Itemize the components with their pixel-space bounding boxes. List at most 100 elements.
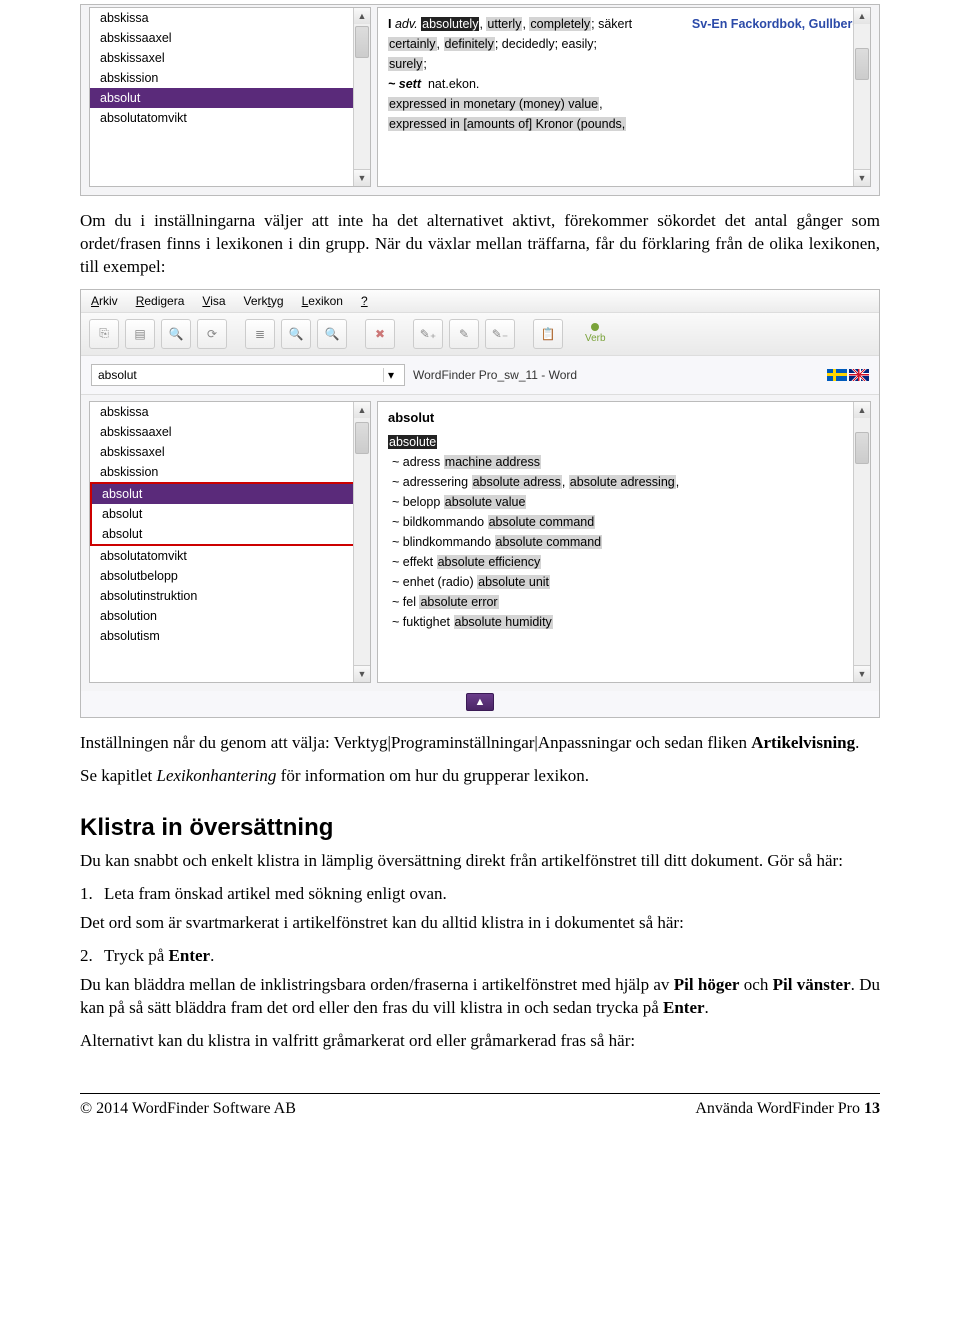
list-icon[interactable]: ≣ (245, 319, 275, 349)
term[interactable]: certainly (388, 37, 437, 51)
body-paragraph: Inställningen når du genom att välja: Ve… (80, 732, 880, 755)
collapse-arrow-button[interactable]: ▲ (466, 693, 494, 711)
entry-line: surely; (388, 54, 860, 74)
entry-headword: absolut (388, 408, 860, 429)
scroll-down[interactable]: ▼ (353, 169, 370, 186)
term[interactable]: surely (388, 57, 423, 71)
list-item[interactable]: absolut (90, 524, 370, 546)
paste-icon[interactable]: 📋 (533, 319, 563, 349)
list-item[interactable]: absolutatomvikt (90, 108, 370, 128)
list-item[interactable]: abskissaaxel (90, 422, 370, 442)
body-paragraph: Du kan bläddra mellan de inklistringsbar… (80, 974, 880, 1020)
body-paragraph: Om du i inställningarna väljer att inte … (80, 210, 880, 279)
list-item[interactable]: absolutatomvikt (90, 546, 370, 566)
term[interactable]: absolute error (419, 595, 498, 609)
toolbar: ⎘ ▤ 🔍 ⟳ ≣ 🔍 🔍 ✖ ✎₊ ✎ ✎₋ 📋 Verb (81, 313, 879, 356)
wordlist[interactable]: abskissa abskissaaxel abskissaxel abskis… (90, 402, 370, 646)
list-item[interactable]: absolution (90, 606, 370, 626)
list-item[interactable]: absolutism (90, 626, 370, 646)
list-item-selected[interactable]: absolut (90, 88, 370, 108)
term[interactable]: expressed in [amounts of] Kronor (pounds… (388, 117, 626, 131)
dictionary-label: WordFinder Pro_sw_11 - Word (413, 368, 819, 382)
scrollbar-thumb[interactable] (855, 432, 869, 464)
pencil-add-icon[interactable]: ✎₊ (413, 319, 443, 349)
scrollbar-thumb[interactable] (355, 422, 369, 454)
term[interactable]: absolute unit (477, 575, 550, 589)
copy-icon[interactable]: ⎘ (89, 319, 119, 349)
menu-visa[interactable]: Visa (202, 294, 225, 308)
numbered-step: 2.Tryck på Enter. (80, 945, 880, 968)
term[interactable]: absolute value (444, 495, 527, 509)
list-item[interactable]: abskissa (90, 8, 370, 28)
entry-line: expressed in [amounts of] Kronor (pounds… (388, 114, 860, 134)
entry-line: expressed in monetary (money) value, (388, 94, 860, 114)
close-icon[interactable]: ✖ (365, 319, 395, 349)
scroll-down[interactable]: ▼ (853, 169, 870, 186)
search-input[interactable]: absolut ▾ (91, 364, 405, 386)
scroll-down[interactable]: ▼ (353, 665, 370, 682)
footer-copyright: © 2014 WordFinder Software AB (80, 1100, 296, 1118)
wordlist-pane: ▲ ▼ abskissa abskissaaxel abskissaxel ab… (89, 7, 371, 187)
term[interactable]: absolute humidity (454, 615, 553, 629)
flag-se-icon[interactable] (827, 369, 847, 381)
term[interactable]: absolute adressing (569, 475, 676, 489)
find-icon-1[interactable]: 🔍 (281, 319, 311, 349)
body-paragraph: Alternativt kan du klistra in valfritt g… (80, 1030, 880, 1053)
term[interactable]: absolute efficiency (437, 555, 542, 569)
term[interactable]: utterly (486, 17, 522, 31)
term[interactable]: absolute adress (472, 475, 562, 489)
scroll-up[interactable]: ▲ (853, 8, 870, 25)
app-screenshot-2: Arkiv Redigera Visa Verktyg Lexikon ? ⎘ … (80, 289, 880, 718)
term[interactable]: machine address (444, 455, 541, 469)
numbered-step: 1.Leta fram önskad artikel med sökning e… (80, 883, 880, 906)
menubar[interactable]: Arkiv Redigera Visa Verktyg Lexikon ? (81, 290, 879, 313)
search-icon[interactable]: 🔍 (161, 319, 191, 349)
list-item[interactable]: abskission (90, 462, 370, 482)
scroll-up[interactable]: ▲ (353, 402, 370, 419)
find-icon-2[interactable]: 🔍 (317, 319, 347, 349)
refresh-icon[interactable]: ⟳ (197, 319, 227, 349)
menu-arkiv[interactable]: Arkiv (91, 294, 118, 308)
menu-help[interactable]: ? (361, 294, 368, 308)
list-item[interactable]: absolutbelopp (90, 566, 370, 586)
pencil-remove-icon[interactable]: ✎₋ (485, 319, 515, 349)
pencil-edit-icon[interactable]: ✎ (449, 319, 479, 349)
list-item[interactable]: abskissaxel (90, 442, 370, 462)
menu-redigera[interactable]: Redigera (136, 294, 185, 308)
footer-page: Använda WordFinder Pro 13 (695, 1100, 880, 1118)
list-item[interactable]: absolut (90, 504, 370, 524)
term-selected[interactable]: absolute (388, 435, 437, 449)
term[interactable]: absolute command (488, 515, 596, 529)
body-paragraph: Det ord som är svartmarkerat i artikelfö… (80, 912, 880, 935)
scrollbar-thumb[interactable] (855, 48, 869, 80)
term[interactable]: definitely (444, 37, 495, 51)
menu-verktyg[interactable]: Verktyg (244, 294, 284, 308)
app-screenshot-1: ▲ ▼ abskissa abskissaaxel abskissaxel ab… (80, 4, 880, 196)
chevron-down-icon[interactable]: ▾ (383, 368, 398, 382)
scroll-down[interactable]: ▼ (853, 665, 870, 682)
term[interactable]: absolute command (495, 535, 603, 549)
verb-button[interactable]: Verb (581, 323, 610, 344)
menu-lexikon[interactable]: Lexikon (302, 294, 343, 308)
term[interactable]: completely (529, 17, 591, 31)
list-item[interactable]: abskissaxel (90, 48, 370, 68)
entry-line: certainly, definitely; decidedly; easily… (388, 34, 860, 54)
term-selected[interactable]: absolutely (421, 17, 479, 31)
term[interactable]: expressed in monetary (money) value (388, 97, 599, 111)
entry-line: ~ sett nat.ekon. (388, 74, 860, 94)
list-item-selected[interactable]: absolut (90, 482, 370, 504)
wordlist[interactable]: abskissa abskissaaxel abskissaxel abskis… (90, 8, 370, 128)
flag-uk-icon[interactable] (849, 369, 869, 381)
list-item[interactable]: abskissa (90, 402, 370, 422)
wordlist-pane: ▲ ▼ abskissa abskissaaxel abskissaxel ab… (89, 401, 371, 683)
page-footer: © 2014 WordFinder Software AB Använda Wo… (80, 1093, 880, 1118)
body-paragraph: Se kapitlet Lexikonhantering för informa… (80, 765, 880, 788)
list-item[interactable]: abskissaaxel (90, 28, 370, 48)
list-item[interactable]: abskission (90, 68, 370, 88)
scroll-up[interactable]: ▲ (353, 8, 370, 25)
body-paragraph: Du kan snabbt och enkelt klistra in lämp… (80, 850, 880, 873)
panel-icon[interactable]: ▤ (125, 319, 155, 349)
scrollbar-thumb[interactable] (355, 26, 369, 58)
list-item[interactable]: absolutinstruktion (90, 586, 370, 606)
scroll-up[interactable]: ▲ (853, 402, 870, 419)
